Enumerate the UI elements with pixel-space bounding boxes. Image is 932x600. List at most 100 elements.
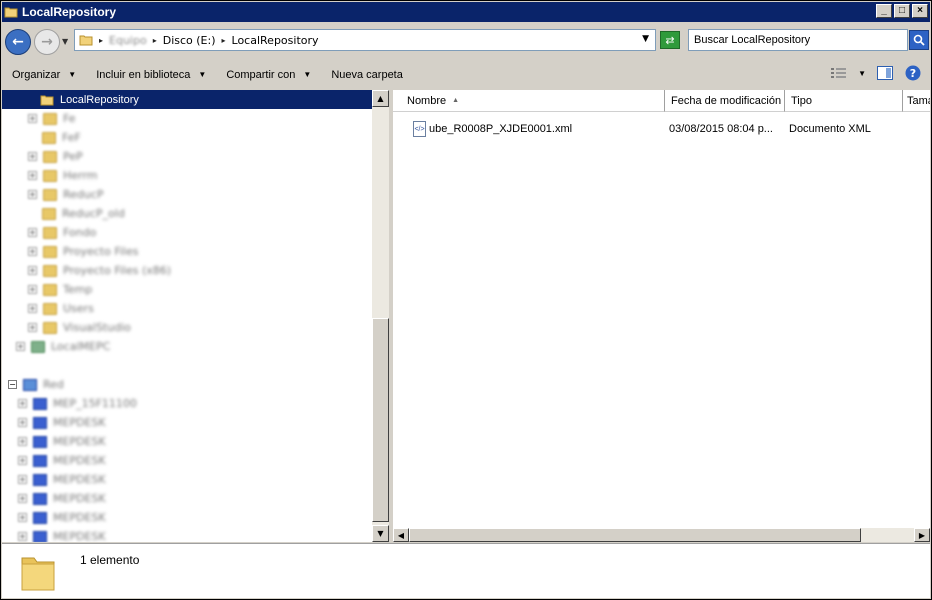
arrow-left-icon: ◀ bbox=[397, 530, 405, 540]
breadcrumb-computer[interactable]: Equipo bbox=[109, 34, 147, 47]
organize-label: Organizar bbox=[12, 68, 61, 81]
scroll-right-button[interactable]: ▶ bbox=[914, 528, 930, 542]
sort-ascending-icon: ▲ bbox=[452, 97, 460, 104]
column-header-label: Fecha de modificación bbox=[671, 94, 782, 107]
scroll-up-button[interactable]: ▲ bbox=[372, 90, 389, 107]
file-type: Documento XML bbox=[789, 123, 871, 135]
chevron-right-icon: ▸ bbox=[152, 35, 157, 45]
search-button[interactable] bbox=[909, 30, 929, 50]
tree-item[interactable]: + MEPDESK bbox=[18, 451, 106, 470]
refresh-icon: ⇄ bbox=[665, 33, 675, 47]
xml-file-icon: </> bbox=[413, 121, 426, 137]
tree-item-network[interactable]: − Red bbox=[8, 375, 64, 394]
preview-pane-button[interactable] bbox=[876, 65, 894, 81]
tree-item[interactable]: + MEPDESK bbox=[18, 432, 106, 451]
close-button[interactable]: × bbox=[912, 4, 928, 18]
column-header-type[interactable]: Tipo bbox=[785, 90, 903, 112]
arrow-down-icon: ▼ bbox=[377, 529, 384, 538]
include-library-label: Incluir en biblioteca bbox=[96, 68, 191, 81]
scroll-thumb[interactable] bbox=[409, 528, 861, 542]
column-header-size[interactable]: Tamaño bbox=[903, 90, 930, 112]
column-header-label: Tamaño bbox=[907, 94, 930, 107]
view-options-button[interactable] bbox=[830, 65, 848, 81]
tree-item[interactable]: + ReducP bbox=[28, 185, 104, 204]
scroll-down-button[interactable]: ▼ bbox=[372, 525, 389, 542]
item-count: 1 elemento bbox=[80, 553, 140, 567]
column-header-label: Tipo bbox=[791, 94, 812, 107]
file-list: Nombre ▲ Fecha de modificación Tipo Tama… bbox=[393, 90, 930, 528]
details-view-icon bbox=[831, 68, 847, 78]
tree-item[interactable]: + Temp bbox=[28, 280, 92, 299]
file-modified: 03/08/2015 08:04 p... bbox=[669, 123, 773, 135]
table-row[interactable]: </> ube_R0008P_XJDE0001.xml 03/08/2015 0… bbox=[393, 120, 930, 140]
search-icon bbox=[913, 34, 925, 46]
column-header-label: Nombre bbox=[407, 94, 447, 107]
share-with-label: Compartir con bbox=[226, 68, 296, 81]
column-header-name[interactable]: Nombre ▲ bbox=[393, 90, 665, 112]
tree-item-localrepository[interactable]: LocalRepository bbox=[2, 90, 372, 109]
back-arrow-icon: ← bbox=[12, 34, 24, 50]
include-in-library-menu[interactable]: Incluir en biblioteca ▼ bbox=[96, 69, 206, 81]
tree-item[interactable]: + MEP_15F11100 bbox=[18, 394, 137, 413]
tree-item[interactable]: ReducP_old bbox=[42, 204, 125, 223]
organize-menu[interactable]: Organizar ▼ bbox=[12, 69, 76, 81]
column-header-modified[interactable]: Fecha de modificación bbox=[665, 90, 785, 112]
tree-item[interactable]: FeF bbox=[42, 128, 81, 147]
folder-icon bbox=[21, 557, 55, 591]
view-dropdown-icon[interactable]: ▼ bbox=[858, 69, 866, 78]
explorer-window: LocalRepository _ □ × ← → ▼ ▸ Equipo ▸ D… bbox=[0, 0, 932, 600]
minimize-button[interactable]: _ bbox=[876, 4, 892, 18]
tree-item[interactable]: + PeP bbox=[28, 147, 83, 166]
navigation-pane-scrollbar[interactable]: ▲ ▼ bbox=[372, 90, 389, 542]
tree-item[interactable]: + Fe bbox=[28, 109, 76, 128]
new-folder-button[interactable]: Nueva carpeta bbox=[331, 69, 403, 81]
navigation-bar: ← → ▼ ▸ Equipo ▸ Disco (E:) ▸ LocalRepos… bbox=[2, 23, 930, 59]
tree-item[interactable]: + MEPDESK bbox=[18, 527, 106, 542]
tree-item-label: LocalRepository bbox=[60, 93, 139, 106]
arrow-up-icon: ▲ bbox=[377, 94, 384, 103]
breadcrumb-disk[interactable]: Disco (E:) bbox=[163, 34, 216, 47]
folder-icon bbox=[4, 7, 18, 18]
tree-item[interactable]: + Proyecto Files bbox=[28, 242, 138, 261]
refresh-button[interactable]: ⇄ bbox=[660, 31, 680, 49]
forward-button[interactable]: → bbox=[34, 29, 60, 55]
tree-item[interactable]: + Users bbox=[28, 299, 94, 318]
tree-item[interactable]: + MEPDESK bbox=[18, 470, 106, 489]
tree-item[interactable]: + MEPDESK bbox=[18, 489, 106, 508]
tree-item[interactable]: + MEPDESK bbox=[18, 413, 106, 432]
scroll-left-button[interactable]: ◀ bbox=[393, 528, 409, 542]
back-button[interactable]: ← bbox=[5, 29, 31, 55]
new-folder-label: Nueva carpeta bbox=[331, 68, 403, 81]
chevron-right-icon: ▸ bbox=[99, 35, 104, 45]
window-title: LocalRepository bbox=[22, 5, 117, 19]
arrow-right-icon: ▶ bbox=[918, 530, 926, 540]
tree-item[interactable]: + MEPDESK bbox=[18, 508, 106, 527]
chevron-down-icon: ▼ bbox=[303, 70, 312, 79]
search-input[interactable]: Buscar LocalRepository bbox=[688, 29, 908, 51]
help-icon: ? bbox=[905, 65, 921, 81]
tree-item[interactable]: + LocalMEPC bbox=[16, 337, 110, 356]
tree-item[interactable]: + Proyecto Files (x86) bbox=[28, 261, 171, 280]
maximize-button[interactable]: □ bbox=[894, 4, 910, 18]
tree-item[interactable]: + VisualStudio bbox=[28, 318, 131, 337]
navigation-pane: LocalRepository + Fe FeF + PeP + Herrm + Red… bbox=[2, 90, 389, 542]
address-dropdown-icon[interactable]: ▼ bbox=[642, 34, 649, 44]
scroll-thumb[interactable] bbox=[372, 318, 389, 522]
address-bar[interactable]: ▸ Equipo ▸ Disco (E:) ▸ LocalRepository … bbox=[74, 29, 656, 51]
tree-item[interactable]: + Fondo bbox=[28, 223, 96, 242]
chevron-down-icon: ▼ bbox=[68, 70, 77, 79]
folder-icon bbox=[79, 35, 93, 46]
share-with-menu[interactable]: Compartir con ▼ bbox=[226, 69, 311, 81]
forward-arrow-icon: → bbox=[41, 34, 53, 50]
recent-pages-dropdown[interactable]: ▼ bbox=[62, 37, 68, 46]
help-button[interactable]: ? bbox=[904, 65, 922, 81]
breadcrumb-localrepository[interactable]: LocalRepository bbox=[232, 34, 319, 47]
tree-item[interactable]: + Herrm bbox=[28, 166, 97, 185]
details-pane: 1 elemento bbox=[2, 543, 930, 598]
folder-icon bbox=[40, 95, 54, 105]
file-list-scrollbar[interactable]: ◀ ▶ bbox=[393, 528, 930, 542]
command-bar: Organizar ▼ Incluir en biblioteca ▼ Comp… bbox=[2, 60, 930, 89]
title-bar: LocalRepository _ □ × bbox=[2, 2, 930, 22]
chevron-right-icon: ▸ bbox=[221, 35, 226, 45]
svg-text:?: ? bbox=[910, 67, 916, 80]
